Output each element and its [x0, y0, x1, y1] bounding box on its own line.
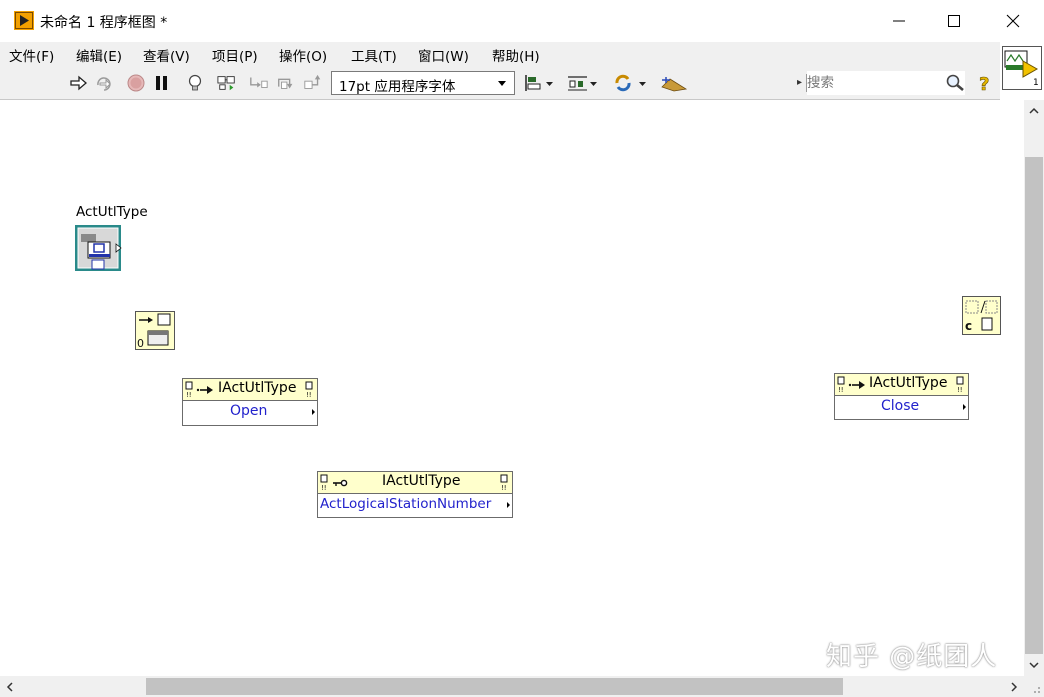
- invoke-node-method-row[interactable]: Open: [183, 401, 317, 423]
- error-terminal-icon: !!: [956, 376, 964, 394]
- horizontal-scroll-thumb[interactable]: [146, 678, 843, 695]
- menu-project[interactable]: 项目(P): [212, 45, 258, 65]
- step-over-icon[interactable]: [276, 73, 296, 93]
- invoke-node-header: !! IActUtlType !!: [835, 374, 968, 396]
- menu-view[interactable]: 查看(V): [143, 45, 190, 65]
- invoke-method-arrow-icon: !!: [837, 376, 865, 394]
- svg-text:!!: !!: [321, 484, 327, 492]
- menu-help[interactable]: 帮助(H): [492, 45, 540, 65]
- activex-control-label: ActUtlType: [76, 204, 148, 220]
- maximize-button[interactable]: [925, 0, 983, 42]
- property-node-class: IActUtlType: [382, 473, 461, 489]
- minimize-icon: [893, 20, 905, 22]
- error-terminal-icon: !!: [500, 474, 508, 492]
- invoke-node-method-row[interactable]: Close: [835, 396, 968, 418]
- scroll-down-icon[interactable]: [1028, 660, 1040, 670]
- close-icon: [1006, 14, 1020, 28]
- menu-window[interactable]: 窗口(W): [418, 45, 469, 65]
- automation-open-icon[interactable]: 0: [135, 311, 175, 351]
- invoke-node-class: IActUtlType: [218, 380, 297, 396]
- svg-text:?: ?: [979, 74, 989, 93]
- title-bar: 未命名 1 程序框图 *: [0, 0, 1044, 42]
- retain-wire-values-icon[interactable]: [217, 73, 237, 93]
- help-icon[interactable]: ?: [975, 73, 995, 93]
- search-field: [807, 71, 965, 95]
- invoke-node-method: Open: [230, 403, 268, 419]
- vi-connector-icon: 1: [1004, 50, 1039, 88]
- menu-tools[interactable]: 工具(T): [351, 45, 397, 65]
- svg-text:1: 1: [1033, 78, 1039, 88]
- maximize-icon: [948, 15, 960, 27]
- menu-edit[interactable]: 编辑(E): [76, 45, 122, 65]
- invoke-node-method: Close: [881, 398, 920, 414]
- search-icon[interactable]: [945, 74, 965, 92]
- menu-file[interactable]: 文件(F): [9, 45, 54, 65]
- search-box: ▸: [797, 71, 965, 95]
- svg-text:!!: !!: [957, 386, 963, 394]
- vi-icon[interactable]: 1: [1002, 46, 1042, 90]
- svg-text:c: c: [965, 319, 972, 333]
- close-reference-icon[interactable]: c: [962, 296, 1002, 336]
- run-continuously-icon[interactable]: [94, 73, 114, 93]
- error-terminal-icon: !!: [305, 381, 313, 399]
- close-button[interactable]: [984, 0, 1042, 42]
- window-title: 未命名 1 程序框图 *: [40, 15, 168, 31]
- labview-app-icon: [14, 11, 34, 30]
- search-input[interactable]: [807, 74, 927, 92]
- invoke-method-arrow-icon: !!: [185, 381, 213, 399]
- invoke-node-header: !! IActUtlType !!: [183, 379, 317, 401]
- property-node-header: !! IActUtlType !!: [318, 472, 512, 494]
- scroll-left-icon[interactable]: [5, 681, 15, 693]
- invoke-node-close[interactable]: !! IActUtlType !! Close: [834, 373, 969, 420]
- invoke-node-open[interactable]: !! IActUtlType !! Open: [182, 378, 318, 426]
- reorder-icon[interactable]: [613, 73, 647, 93]
- step-out-icon[interactable]: [303, 73, 323, 93]
- svg-text:!!: !!: [306, 391, 312, 399]
- menu-bar: 文件(F) 编辑(E) 查看(V) 项目(P) 操作(O) 工具(T) 窗口(W…: [0, 42, 1000, 66]
- distribute-objects-icon[interactable]: [567, 73, 599, 93]
- activex-refnum-terminal[interactable]: [74, 224, 124, 274]
- scroll-right-icon[interactable]: [1009, 681, 1019, 693]
- pause-icon[interactable]: [152, 73, 172, 93]
- horizontal-scrollbar[interactable]: [0, 676, 1024, 697]
- invoke-node-class: IActUtlType: [869, 375, 948, 391]
- watermark: 知乎 @纸团人: [826, 642, 998, 672]
- property-node-station-number[interactable]: !! IActUtlType !! ActLogicalStationNumbe…: [317, 471, 513, 518]
- vertical-scrollbar[interactable]: [1024, 100, 1044, 676]
- align-objects-icon[interactable]: [523, 73, 555, 93]
- svg-text:!!: !!: [501, 484, 507, 492]
- chevron-down-icon: [498, 81, 506, 86]
- svg-text:!!: !!: [186, 391, 192, 399]
- svg-text:0: 0: [137, 337, 144, 350]
- font-selector-value: 17pt 应用程序字体: [339, 79, 456, 95]
- vertical-scroll-thumb[interactable]: [1025, 157, 1043, 654]
- resize-grip[interactable]: [1024, 676, 1044, 697]
- toolbar: 17pt 应用程序字体 ▸ ?: [0, 66, 1000, 100]
- scroll-up-icon[interactable]: [1028, 106, 1040, 116]
- abort-icon[interactable]: [126, 73, 146, 93]
- font-selector[interactable]: 17pt 应用程序字体: [331, 71, 515, 95]
- property-node-property: ActLogicalStationNumber: [320, 496, 492, 512]
- property-node-property-row[interactable]: ActLogicalStationNumber: [318, 494, 512, 516]
- resize-grip-icon: [1034, 687, 1040, 693]
- highlight-execution-icon[interactable]: [185, 73, 205, 93]
- svg-text:!!: !!: [838, 386, 844, 394]
- chevron-right-icon: [312, 409, 315, 415]
- property-key-icon: !!: [320, 474, 348, 492]
- chevron-right-icon: [963, 404, 966, 410]
- chevron-right-icon: [507, 502, 510, 508]
- cleanup-diagram-icon[interactable]: [660, 73, 688, 93]
- menu-operate[interactable]: 操作(O): [279, 45, 327, 65]
- minimize-button[interactable]: [870, 0, 928, 42]
- run-icon[interactable]: [68, 73, 88, 93]
- step-into-icon[interactable]: [249, 73, 269, 93]
- search-expand-icon[interactable]: ▸: [797, 77, 802, 88]
